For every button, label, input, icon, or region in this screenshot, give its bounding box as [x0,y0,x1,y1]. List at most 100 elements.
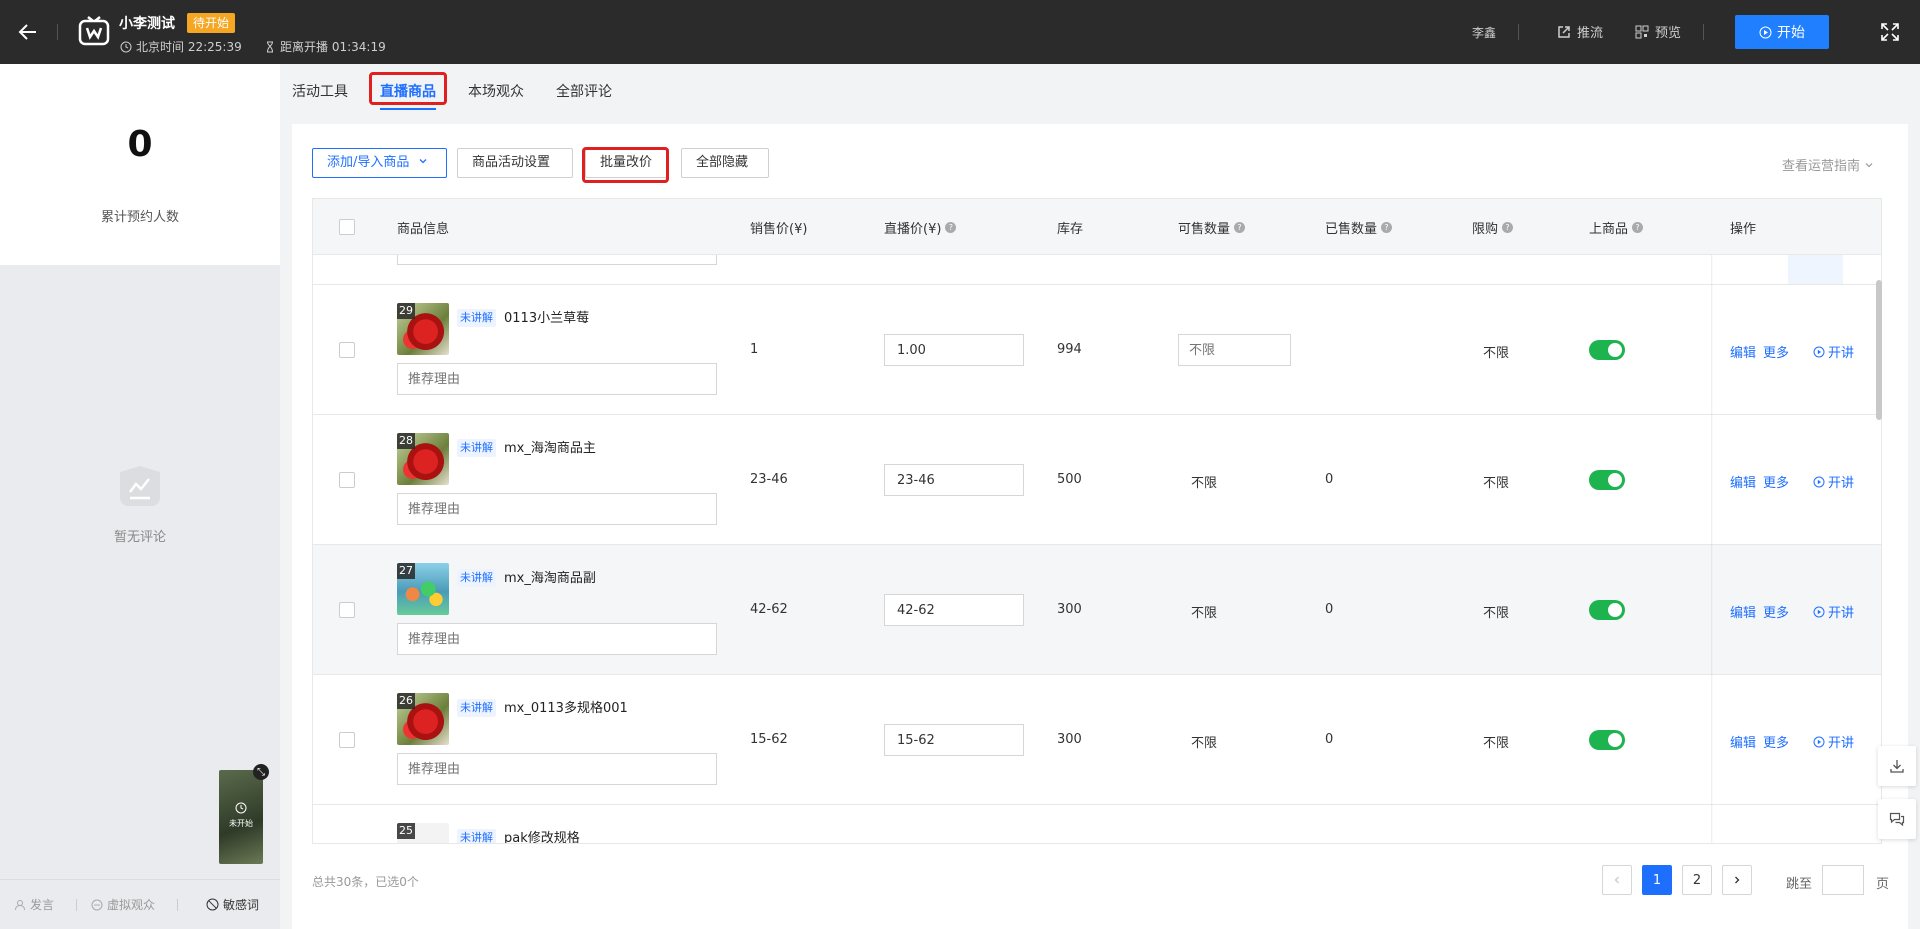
tab-activity-tools[interactable]: 活动工具 [292,81,348,101]
recommend-reason-input[interactable] [397,623,717,655]
header-sold: 已售数量? [1325,218,1393,237]
add-import-label: 添加/导入商品 [327,155,410,170]
row-checkbox[interactable] [339,342,355,358]
product-number: 26 [397,693,415,709]
preview-button[interactable]: 预览 [1635,22,1681,41]
unexplained-tag: 未讲解 [457,309,496,327]
next-page-button[interactable] [1722,865,1752,895]
page-1-button[interactable]: 1 [1642,865,1672,895]
tab-audience[interactable]: 本场观众 [468,81,524,101]
share-out-icon [1558,25,1570,38]
live-price-input[interactable] [884,464,1024,496]
product-image: 26 [397,693,449,745]
feedback-button[interactable] [1878,799,1916,839]
qrcode-icon [1635,25,1649,38]
chat-icon [1889,812,1905,827]
edit-link[interactable]: 编辑 [1730,732,1756,751]
unexplained-tag: 未讲解 [457,829,496,843]
start-label: 开始 [1777,25,1805,41]
push-stream-button[interactable]: 推流 [1557,22,1603,41]
help-icon[interactable]: ? [1234,222,1246,233]
live-price-input[interactable] [884,334,1024,366]
on-shelf-toggle[interactable] [1589,340,1625,360]
row-checkbox[interactable] [339,472,355,488]
row-checkbox[interactable] [339,732,355,748]
reservation-stat-card: 0 累计预约人数 [0,64,280,265]
header-live-price: 直播价(¥)? [884,218,957,237]
chevron-right-icon [1735,876,1740,884]
prev-page-button[interactable] [1602,865,1632,895]
hourglass-icon [267,41,273,52]
expand-icon[interactable]: ⤡ [253,764,269,780]
live-preview-thumbnail[interactable]: ⤡ 未开始 [219,764,269,864]
help-icon[interactable]: ? [945,222,957,233]
edit-link[interactable]: 编辑 [1730,342,1756,361]
reason-input[interactable] [397,255,717,265]
row-checkbox[interactable] [339,602,355,618]
virtual-audience-button[interactable]: 虚拟观众 [91,896,155,913]
explain-label: 开讲 [1828,736,1855,751]
user-name[interactable]: 李鑫 [1472,24,1496,41]
explain-label: 开讲 [1828,606,1855,621]
recommend-reason-input[interactable] [397,753,717,785]
help-icon[interactable]: ? [1632,222,1644,233]
on-shelf-toggle[interactable] [1589,600,1625,620]
available-quantity-input[interactable] [1178,334,1291,366]
more-link[interactable]: 更多 [1763,602,1789,621]
fullscreen-icon[interactable] [1880,22,1900,42]
tab-all-comments[interactable]: 全部评论 [556,81,612,101]
countdown: 距离开播 01:34:19 [264,38,386,55]
live-price-input[interactable] [884,724,1024,756]
empty-comments: 暂无评论 [100,464,180,545]
divider [177,898,179,911]
divider [1703,24,1704,40]
live-price-input[interactable] [884,594,1024,626]
start-live-button[interactable]: 开始 [1735,15,1829,49]
more-link[interactable]: 更多 [1763,472,1789,491]
push-stream-label: 推流 [1577,26,1604,41]
highlight-box [369,72,447,105]
hide-all-button[interactable]: 全部隐藏 [681,148,769,178]
table-scrollbar[interactable] [1876,280,1882,420]
on-shelf-toggle[interactable] [1589,470,1625,490]
sale-price: 42-62 [750,602,788,617]
operations-guide-link[interactable]: 查看运营指南 [1782,155,1874,174]
divider [57,24,58,40]
start-explain-button[interactable]: 开讲 [1813,732,1854,751]
page-2-button[interactable]: 2 [1682,865,1712,895]
start-explain-button[interactable]: 开讲 [1813,342,1854,361]
header-label: 上商品 [1589,222,1629,237]
more-link[interactable]: 更多 [1763,342,1789,361]
product-image: 29 [397,303,449,355]
start-explain-button[interactable]: 开讲 [1813,602,1854,621]
header-limit: 限购? [1472,218,1514,237]
sale-price: 23-46 [750,472,788,487]
live-tv-logo-icon [78,16,110,46]
add-import-product-button[interactable]: 添加/导入商品 [312,148,447,178]
select-all-checkbox[interactable] [339,219,355,235]
download-button[interactable] [1878,746,1916,786]
countdown-text: 距离开播 01:34:19 [280,40,386,54]
table-row [313,255,1881,285]
more-link[interactable]: 更多 [1763,732,1789,751]
recommend-reason-input[interactable] [397,493,717,525]
status-badge: 待开始 [187,13,236,33]
jump-page-input[interactable] [1822,865,1864,895]
header-label: 已售数量 [1325,222,1378,237]
empty-comment-text: 暂无评论 [113,530,166,545]
help-icon[interactable]: ? [1381,222,1393,233]
recommend-reason-input[interactable] [397,363,717,395]
on-shelf-toggle[interactable] [1589,730,1625,750]
help-icon[interactable]: ? [1502,222,1514,233]
sensitive-words-button[interactable]: 敏感词 [206,896,259,913]
explain-label: 开讲 [1828,346,1855,361]
start-explain-button[interactable]: 开讲 [1813,472,1854,491]
back-arrow-icon[interactable] [14,18,42,46]
sold-value: 0 [1325,602,1334,617]
reservation-count: 0 [127,124,153,165]
product-activity-settings-button[interactable]: 商品活动设置 [457,148,573,178]
edit-link[interactable]: 编辑 [1730,602,1756,621]
edit-link[interactable]: 编辑 [1730,472,1756,491]
product-name: mx_0113多规格001 [504,701,628,716]
speak-button[interactable]: 发言 [14,896,54,913]
